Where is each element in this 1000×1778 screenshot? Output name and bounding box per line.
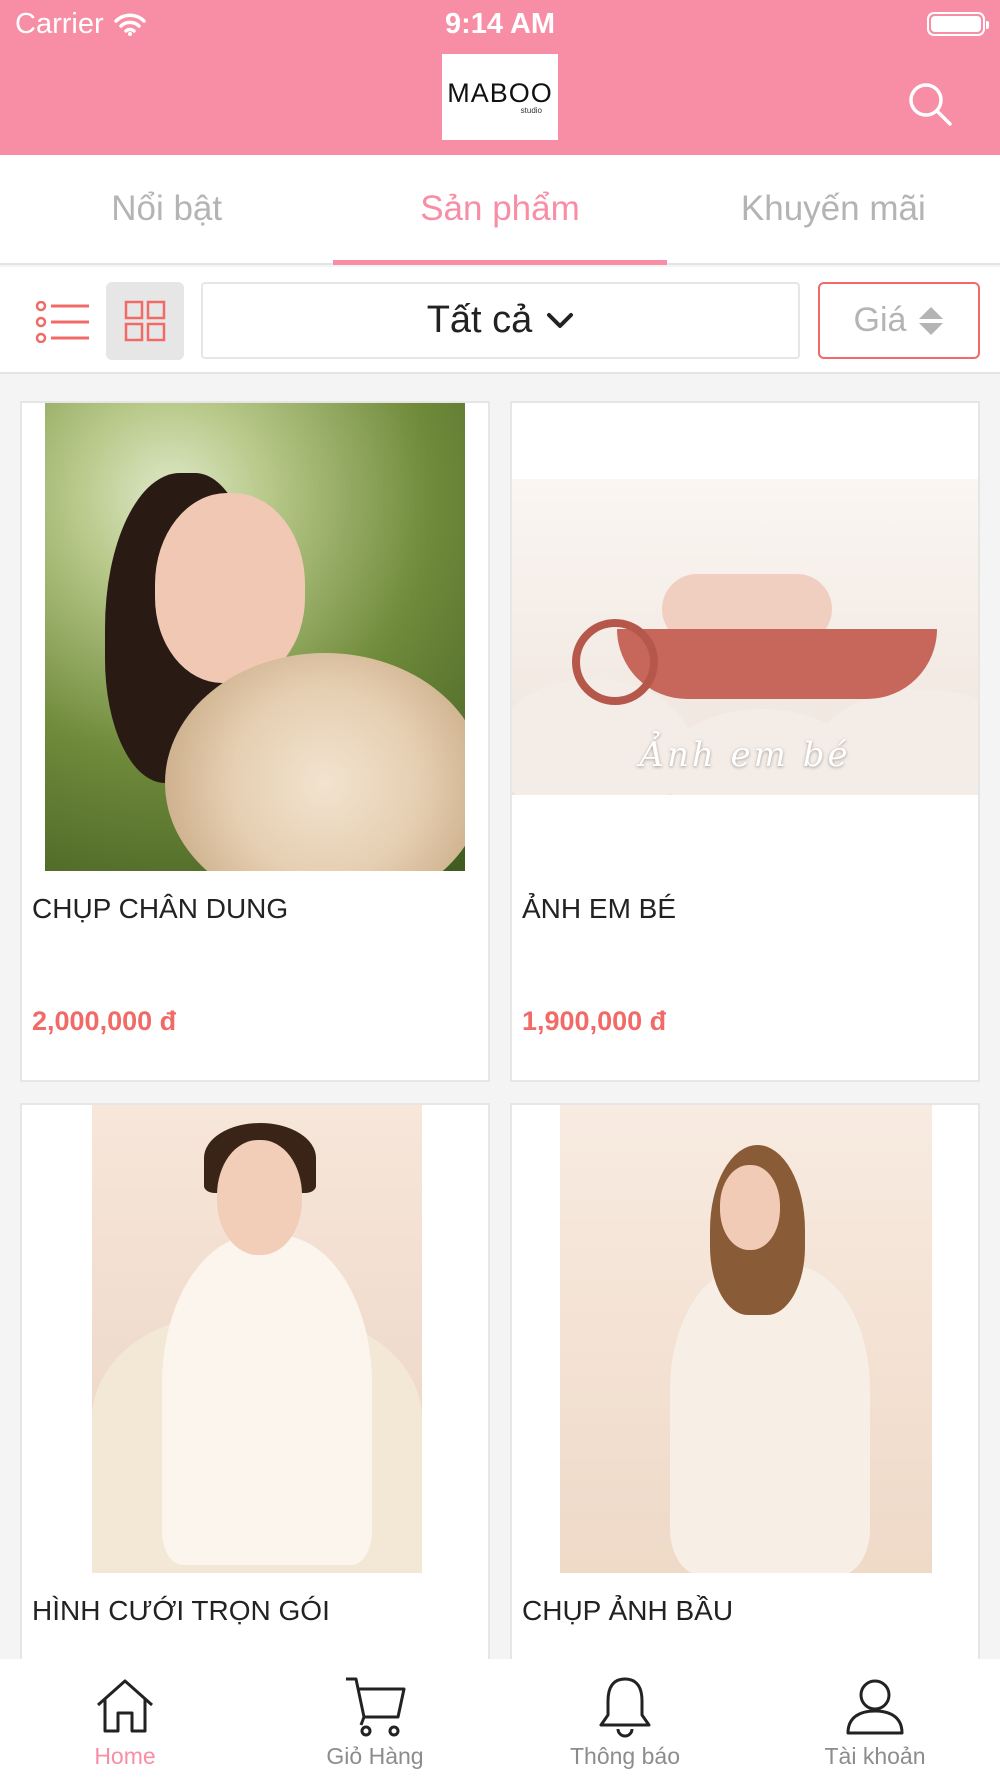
image-caption: Ảnh em bé — [639, 735, 851, 775]
tab-label: Nổi bật — [111, 189, 223, 228]
list-icon — [35, 301, 89, 343]
product-image — [92, 1105, 422, 1573]
category-value: Tất cả — [426, 299, 533, 341]
product-name: CHỤP CHÂN DUNG — [32, 893, 289, 924]
tab-khuyen-mai[interactable]: Khuyến mãi — [667, 155, 1000, 263]
grid-view-button[interactable] — [106, 282, 184, 360]
search-icon — [909, 83, 952, 126]
status-bar: Carrier 9:14 AM — [0, 0, 1000, 50]
tab-san-pham[interactable]: Sản phẩm — [333, 155, 667, 265]
tab-account[interactable]: Tài khoản — [750, 1659, 1000, 1778]
product-card[interactable]: HÌNH CƯỚI TRỌN GÓI — [20, 1103, 490, 1659]
list-view-button[interactable] — [30, 294, 96, 350]
battery-icon — [927, 12, 989, 36]
category-dropdown[interactable]: Tất cả — [201, 282, 800, 359]
product-card[interactable]: CHỤP CHÂN DUNG 2,000,000 đ — [20, 401, 490, 1082]
product-image: Ảnh em bé — [512, 479, 978, 795]
product-name: CHỤP ẢNH BẦU — [522, 1595, 734, 1626]
price-sort-label: Giá — [853, 301, 907, 339]
filter-bar: Tất cả Giá — [0, 267, 1000, 374]
tab-home[interactable]: Home — [0, 1659, 250, 1778]
product-image — [560, 1105, 932, 1573]
nav-bar: MABOO studio — [0, 50, 1000, 155]
status-time: 9:14 AM — [444, 8, 556, 40]
product-card[interactable]: CHỤP ẢNH BẦU — [510, 1103, 980, 1659]
tab-cart-label: Giỏ Hàng — [326, 1743, 424, 1769]
grid-icon — [124, 300, 166, 342]
logo-subtext: studio — [520, 105, 542, 115]
tab-label: Khuyến mãi — [740, 189, 926, 228]
product-image — [45, 403, 465, 871]
chevron-down-icon — [547, 312, 574, 328]
cart-icon — [346, 1677, 406, 1737]
tab-label: Sản phẩm — [420, 189, 580, 228]
sort-arrows-icon — [919, 306, 944, 335]
tab-notifications[interactable]: Thông báo — [500, 1659, 750, 1778]
product-card[interactable]: Ảnh em bé ẢNH EM BÉ 1,900,000 đ — [510, 401, 980, 1082]
tab-home-label: Home — [94, 1743, 156, 1769]
bell-icon — [599, 1677, 651, 1738]
logo-text: MABOO — [447, 77, 553, 108]
product-grid: CHỤP CHÂN DUNG 2,000,000 đ Ảnh em bé ẢNH… — [0, 376, 1000, 1659]
tab-notifications-label: Thông báo — [570, 1743, 680, 1769]
tab-account-label: Tài khoản — [824, 1743, 926, 1769]
product-name: HÌNH CƯỚI TRỌN GÓI — [32, 1595, 330, 1626]
tab-noi-bat[interactable]: Nổi bật — [0, 155, 333, 263]
search-button[interactable] — [902, 76, 958, 132]
category-tabs: Nổi bật Sản phẩm Khuyến mãi — [0, 155, 1000, 265]
user-icon — [846, 1679, 904, 1735]
product-name: ẢNH EM BÉ — [522, 893, 677, 924]
product-price: 2,000,000 đ — [32, 1006, 177, 1036]
bottom-tab-bar: Home Giỏ Hàng Thông báo Tài khoản — [0, 1659, 1000, 1778]
price-sort-button[interactable]: Giá — [818, 282, 980, 359]
home-icon — [97, 1679, 153, 1733]
product-price: 1,900,000 đ — [522, 1006, 667, 1036]
brand-logo: MABOO studio — [442, 54, 558, 140]
tab-cart[interactable]: Giỏ Hàng — [250, 1659, 500, 1778]
